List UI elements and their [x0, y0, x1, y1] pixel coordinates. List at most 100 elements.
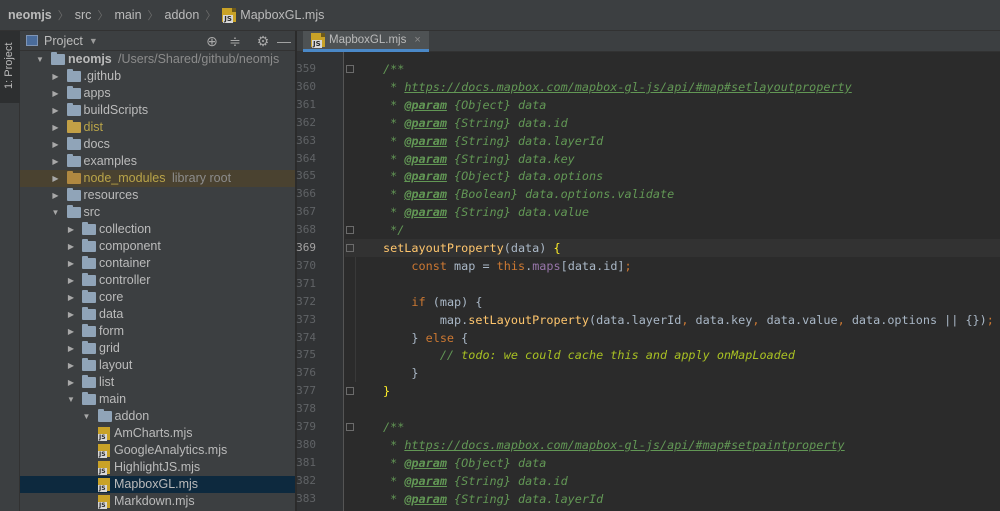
fold-marker-icon[interactable]	[346, 65, 354, 73]
tree-folder-item[interactable]: ▼ src	[20, 204, 295, 221]
tree-file-item[interactable]: Markdown.mjs	[20, 493, 295, 510]
code-token: {	[553, 241, 561, 255]
breadcrumb-item-main[interactable]: main	[114, 8, 141, 22]
tree-folder-item[interactable]: ▼ main	[20, 391, 295, 408]
expanded-arrow-icon[interactable]: ▼	[66, 391, 76, 408]
tree-folder-item[interactable]: ▼ addon	[20, 408, 295, 425]
tree-file-item[interactable]: GoogleAnalytics.mjs	[20, 442, 295, 459]
tree-folder-item[interactable]: ▶ list	[20, 374, 295, 391]
code-token: }	[383, 330, 426, 345]
project-tool-window-tab[interactable]: 1: Project	[0, 31, 20, 103]
fold-marker-icon[interactable]	[346, 423, 354, 431]
folder-icon	[82, 375, 96, 388]
code-token: {String} data.key	[446, 151, 575, 166]
code-line: /**	[383, 418, 404, 436]
tree-folder-item[interactable]: ▶ collection	[20, 221, 295, 238]
chevron-down-icon[interactable]: ▼	[89, 36, 98, 46]
tab-mapboxgl-mjs[interactable]: MapboxGL.mjs ×	[303, 31, 429, 52]
collapsed-arrow-icon[interactable]: ▶	[66, 238, 76, 255]
collapsed-arrow-icon[interactable]: ▶	[66, 374, 76, 391]
collapsed-arrow-icon[interactable]: ▶	[66, 306, 76, 323]
tree-folder-item[interactable]: ▶ .github	[20, 68, 295, 85]
collapsed-arrow-icon[interactable]: ▶	[51, 85, 61, 102]
project-view-selector[interactable]: Project	[44, 34, 83, 48]
tree-folder-item[interactable]: ▶ form	[20, 323, 295, 340]
code-token: data.key	[688, 312, 753, 327]
code-token: *	[383, 97, 405, 112]
expanded-arrow-icon[interactable]: ▼	[35, 51, 45, 68]
gear-icon[interactable]: ⚙	[255, 33, 271, 49]
collapsed-arrow-icon[interactable]: ▶	[51, 68, 61, 85]
expanded-arrow-icon[interactable]: ▼	[51, 204, 61, 221]
project-panel-header: Project ▼ ⊕ ≑ ⚙ —	[20, 31, 295, 51]
collapsed-arrow-icon[interactable]: ▶	[51, 119, 61, 136]
tree-item-label: list	[99, 375, 115, 389]
tree-folder-item[interactable]: ▶ examples	[20, 153, 295, 170]
chevron-right-icon: 〉	[97, 10, 109, 22]
breadcrumb-item-file[interactable]: MapboxGL.mjs	[240, 8, 324, 22]
collapse-all-icon[interactable]: ≑	[227, 33, 243, 49]
folder-icon	[66, 205, 81, 218]
tree-item-label: neomjs	[68, 52, 112, 66]
tree-folder-item[interactable]: ▶ dist	[20, 119, 295, 136]
collapsed-arrow-icon[interactable]: ▶	[66, 221, 76, 238]
folder-icon	[66, 86, 81, 99]
tree-folder-item[interactable]: ▶ grid	[20, 340, 295, 357]
collapsed-arrow-icon[interactable]: ▶	[66, 340, 76, 357]
collapsed-arrow-icon[interactable]: ▶	[51, 153, 61, 170]
chevron-right-icon: 〉	[205, 10, 217, 22]
collapsed-arrow-icon[interactable]: ▶	[66, 289, 76, 306]
tree-item-hint: /Users/Shared/github/neomjs	[118, 52, 280, 66]
hide-panel-icon[interactable]: —	[276, 33, 292, 49]
breadcrumb-item-addon[interactable]: addon	[165, 8, 200, 22]
collapsed-arrow-icon[interactable]: ▶	[66, 272, 76, 289]
tree-file-item[interactable]: AmCharts.mjs	[20, 425, 295, 442]
line-number: 360	[296, 79, 316, 93]
fold-marker-icon[interactable]	[346, 244, 354, 252]
collapsed-arrow-icon[interactable]: ▶	[51, 102, 61, 119]
collapsed-arrow-icon[interactable]: ▶	[66, 323, 76, 340]
tree-file-item[interactable]: HighlightJS.mjs	[20, 459, 295, 476]
expanded-arrow-icon[interactable]: ▼	[82, 408, 92, 425]
tree-folder-item[interactable]: ▼ neomjs/Users/Shared/github/neomjs	[20, 51, 295, 68]
folder-icon	[82, 324, 96, 337]
breadcrumb-item-neomjs[interactable]: neomjs	[8, 8, 52, 22]
tree-item-label: MapboxGL.mjs	[114, 477, 199, 491]
collapsed-arrow-icon[interactable]: ▶	[51, 136, 61, 153]
code-line: map.setLayoutProperty(data.layerId, data…	[383, 311, 994, 329]
tree-item-label: grid	[99, 341, 120, 355]
tree-folder-item[interactable]: ▶ controller	[20, 272, 295, 289]
line-number-gutter: 359 360 361 362 363 364 365 366 367 368 369 370 371 3…	[296, 52, 344, 511]
collapsed-arrow-icon[interactable]: ▶	[51, 170, 61, 187]
collapsed-arrow-icon[interactable]: ▶	[66, 357, 76, 374]
collapsed-arrow-icon[interactable]: ▶	[51, 187, 61, 204]
tree-folder-item[interactable]: ▶ data	[20, 306, 295, 323]
tree-folder-item[interactable]: ▶ resources	[20, 187, 295, 204]
line-number: 362	[296, 115, 316, 129]
tree-folder-item[interactable]: ▶ docs	[20, 136, 295, 153]
tree-folder-item[interactable]: ▶ core	[20, 289, 295, 306]
tree-file-item[interactable]: MapboxGL.mjs	[20, 476, 295, 493]
tree-folder-item[interactable]: ▶ layout	[20, 357, 295, 374]
tree-folder-item[interactable]: ▶ buildScripts	[20, 102, 295, 119]
code-token: (data.layerId	[588, 312, 682, 327]
collapsed-arrow-icon[interactable]: ▶	[66, 255, 76, 272]
tree-item-label: GoogleAnalytics.mjs	[114, 443, 228, 457]
locate-file-icon[interactable]: ⊕	[204, 33, 220, 49]
code-editor[interactable]: 359 360 361 362 363 364 365 366 367 368 369 370 371 3…	[296, 52, 1000, 511]
tree-folder-item[interactable]: ▶ container	[20, 255, 295, 272]
folder-icon	[82, 273, 96, 286]
tree-folder-item[interactable]: ▶ apps	[20, 85, 295, 102]
fold-marker-icon[interactable]	[346, 387, 354, 396]
close-icon[interactable]: ×	[414, 34, 420, 46]
line-number: 361	[296, 97, 316, 111]
code-token: setLayoutProperty	[468, 312, 589, 327]
fold-marker-icon[interactable]	[346, 226, 354, 235]
line-number: 367	[296, 205, 316, 219]
line-number: 370	[296, 258, 316, 272]
breadcrumb-item-src[interactable]: src	[75, 8, 92, 22]
tree-folder-item[interactable]: ▶ component	[20, 238, 295, 255]
tree-item-label: addon	[114, 409, 150, 423]
tree-folder-item[interactable]: ▶ node_modules library root	[20, 170, 295, 187]
